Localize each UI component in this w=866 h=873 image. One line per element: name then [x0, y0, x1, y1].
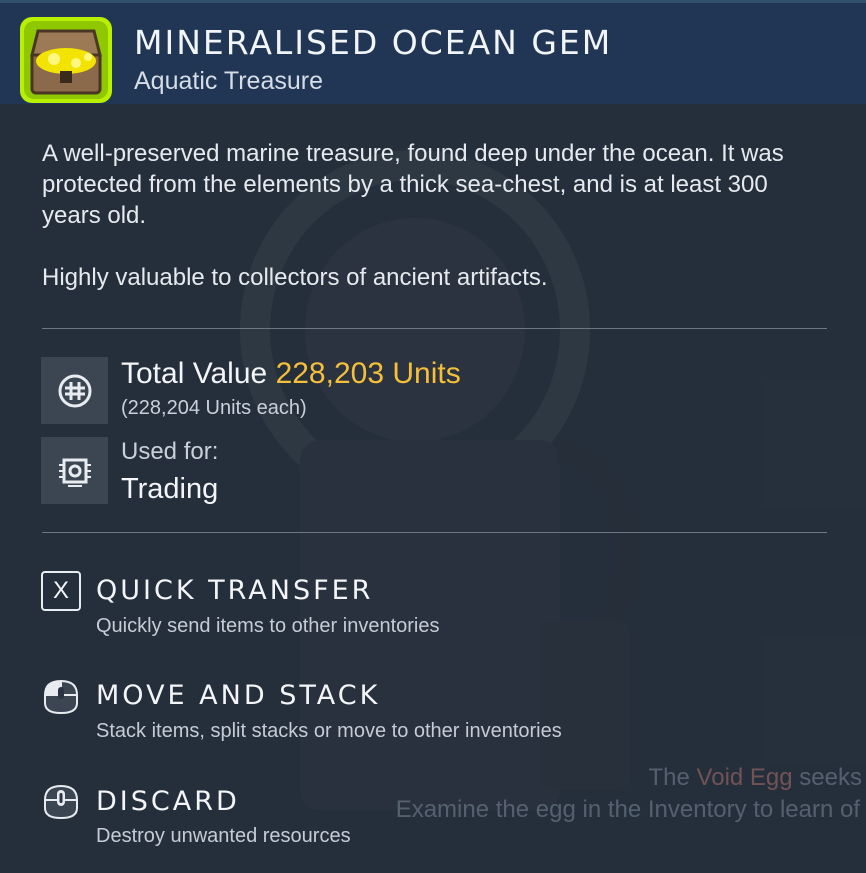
- mouse-middle-button-icon[interactable]: [41, 782, 81, 822]
- move-and-stack-description: Stack items, split stacks or move to oth…: [96, 720, 562, 742]
- units-currency-icon: [58, 374, 91, 407]
- quick-transfer-description: Quickly send items to other inventories: [96, 615, 440, 637]
- description-paragraph: A well-preserved marine treasure, found …: [42, 140, 784, 229]
- divider: [42, 328, 827, 329]
- divider: [42, 532, 827, 533]
- discard-description: Destroy unwanted resources: [96, 825, 351, 847]
- description-paragraph: Highly valuable to collectors of ancient…: [42, 264, 548, 291]
- item-title: MINERALISED OCEAN GEM: [134, 23, 613, 62]
- treasure-chest-icon: [20, 17, 112, 103]
- quick-transfer-action[interactable]: QUICK TRANSFER: [96, 575, 373, 606]
- total-value-label: Total Value: [121, 357, 268, 390]
- item-header: MINERALISED OCEAN GEM Aquatic Treasure: [0, 0, 866, 104]
- trade-chip-icon: [58, 458, 91, 487]
- used-for-label: Used for:: [121, 438, 219, 465]
- discard-action[interactable]: DISCARD: [96, 786, 240, 817]
- mouse-left-button-icon[interactable]: [41, 677, 81, 717]
- usage-stat-icon: [41, 437, 108, 504]
- background-notice-text: Examine the egg in the Inventory to lear…: [395, 796, 860, 823]
- item-category: Aquatic Treasure: [134, 67, 323, 95]
- item-details-panel: MINERALISED OCEAN GEM Aquatic Treasure A…: [0, 0, 866, 873]
- unit-value-each: (228,204 Units each): [121, 397, 307, 419]
- void-egg-highlight: Void Egg: [696, 764, 793, 791]
- used-for-value: Trading: [121, 473, 219, 505]
- total-value-amount: 228,203 Units: [275, 357, 461, 390]
- total-value: Total Value 228,203 Units: [121, 357, 461, 391]
- value-stat-icon: [41, 357, 108, 424]
- item-description: A well-preserved marine treasure, found …: [42, 138, 832, 293]
- move-and-stack-action[interactable]: MOVE AND STACK: [96, 680, 380, 711]
- x-key-label: X: [41, 571, 81, 611]
- background-notice-title: The Void Egg seeks: [648, 764, 863, 791]
- x-key-icon[interactable]: X: [41, 571, 81, 611]
